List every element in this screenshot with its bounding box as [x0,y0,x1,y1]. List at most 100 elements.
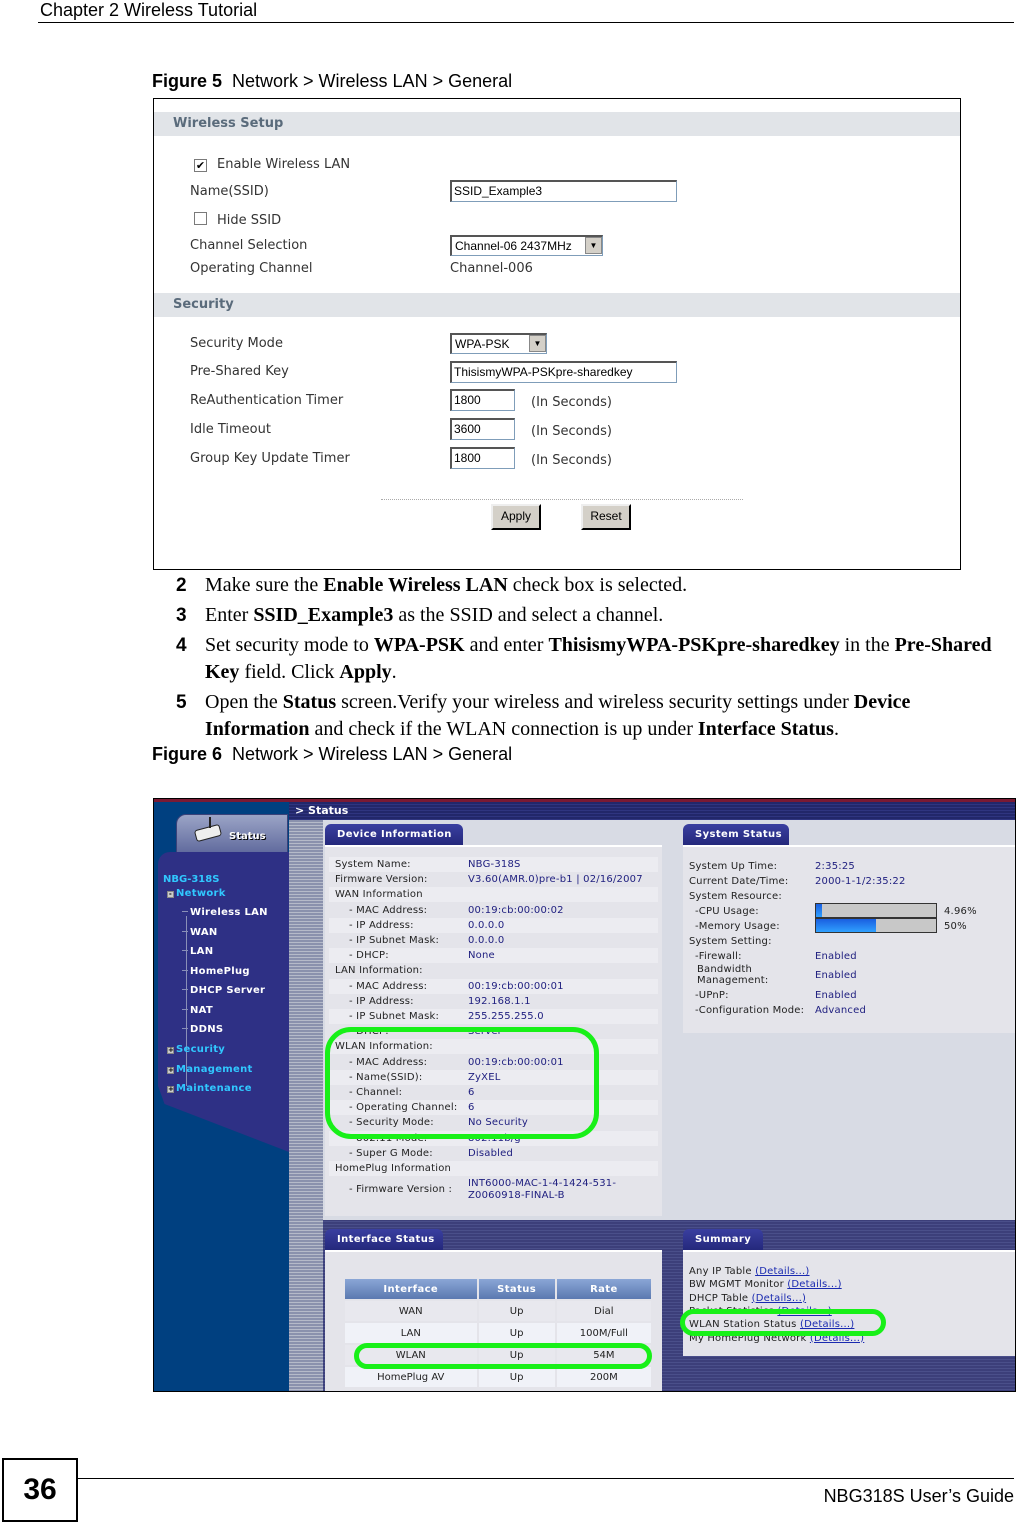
device-info-value: None [468,950,495,962]
figure5-title: Network > Wireless LAN > General [232,71,513,91]
reauth-timer-input[interactable]: 1800 [450,389,515,411]
summary-tab: Summary [683,1229,763,1251]
figure6-status-screen: Status NBG-318S - Network Wireless LAN WAN… [153,798,1016,1392]
expand-icon[interactable]: + [167,1086,174,1093]
details-link[interactable]: (Details...) [810,1333,864,1344]
device-info-label: LAN Information: [335,965,423,977]
security-mode-value: WPA-PSK [455,337,510,351]
apply-button[interactable]: Apply [491,504,541,530]
device-info-label: - IP Address: [349,919,414,931]
table-cell: LAN [345,1323,477,1343]
step-text: Make sure the [205,574,324,596]
details-link[interactable]: (Details...) [787,1279,841,1290]
memory-usage-bar [815,918,937,933]
reset-button[interactable]: Reset [581,504,631,530]
device-info-label: - 802.11 Mode: [349,1132,428,1144]
summary-item: DHCP Table (Details...) [689,1293,806,1304]
sidebar-item-wireless-lan[interactable]: Wireless LAN [182,907,268,918]
group-key-input[interactable]: 1800 [450,447,515,469]
figure6-label: Figure 6 [152,744,223,764]
up-time-label: System Up Time: [689,861,778,872]
idle-unit: (In Seconds) [531,424,612,439]
memory-usage-fill [816,919,876,932]
sidebar-item-lan[interactable]: LAN [182,946,213,957]
summary-item-label: Any IP Table [689,1266,752,1277]
table-cell: Dial [556,1301,651,1321]
psk-label: Pre-Shared Key [190,364,289,379]
nav-tree-line [186,916,187,1086]
security-header: Security [154,293,960,317]
summary-item: Any IP Table (Details...) [689,1266,810,1277]
system-status-tab: System Status [683,824,789,846]
table-cell: Up [478,1323,555,1343]
reauth-timer-label: ReAuthentication Timer [190,393,344,408]
sidebar-item-dhcp-server[interactable]: DHCP Server [182,985,265,996]
column-header: Interface [345,1279,477,1299]
channel-select[interactable]: Channel-06 2437MHz ▼ [450,235,603,256]
enable-wlan-checkbox[interactable]: ✔ [194,159,207,172]
step-text: field. Click [239,661,340,683]
column-header: Status [478,1279,555,1299]
device-info-label: HomePlug Information [335,1163,452,1174]
figure6-caption: Figure 6 Network > Wireless LAN > General [152,744,512,765]
psk-input[interactable]: ThisismyWPA-PSKpre-sharedkey [450,361,677,383]
table-row: WLAN Up 54M [345,1345,651,1365]
expand-icon[interactable]: + [167,1066,174,1074]
interface-header-row: Interface Status Rate [345,1279,651,1299]
chevron-down-icon[interactable]: ▼ [529,335,546,352]
channel-selection-label: Channel Selection [190,238,308,253]
group-key-unit: (In Seconds) [531,453,612,468]
step-text: check box is selected. [507,574,688,596]
tree-branch [182,911,188,912]
upnp-value: Enabled [815,990,857,1001]
datetime-label: Current Date/Time: [689,876,789,887]
step-text: . [391,661,397,683]
details-link[interactable]: (Details...) [777,1306,831,1317]
instruction-steps: 2 Make sure the Enable Wireless LAN check… [176,572,1016,746]
summary-item: BW MGMT Monitor (Details...) [689,1279,842,1290]
device-info-value: INT6000-MAC-1-4-1424-531- [468,1178,617,1190]
chevron-down-icon[interactable]: ▼ [585,237,602,254]
tree-branch [182,1008,188,1010]
cpu-usage-bar [815,903,937,918]
interface-table: Interface Status Rate WAN Up Dial LAN Up 100M/Fu… [343,1277,653,1389]
device-info-label: - IP Address: [349,995,414,1007]
idle-timeout-input[interactable]: 3600 [450,418,515,440]
details-link[interactable]: (Details...) [755,1266,809,1277]
expand-icon[interactable]: + [167,1047,174,1054]
cpu-usage-fill [816,904,822,917]
config-mode-label: -Configuration Mode: [695,1005,805,1016]
device-info-value: Server [468,1026,502,1038]
device-info-value: 00:19:cb:00:00:01 [468,980,564,992]
status-tab[interactable]: Status [176,814,288,858]
device-info-label: Firmware Version: [335,874,428,886]
security-mode-select[interactable]: WPA-PSK ▼ [450,333,547,354]
sidebar-item-ddns[interactable]: DDNS [182,1024,223,1035]
ssid-input[interactable]: SSID_Example3 [450,180,677,202]
sidebar-item-maintenance[interactable]: + Maintenance [167,1083,252,1094]
sidebar-item-homeplug[interactable]: HomePlug [182,966,250,977]
sidebar-item-label: NAT [190,1004,214,1016]
tree-branch [182,1028,188,1029]
group-key-label: Group Key Update Timer [190,451,350,466]
summary-item: Packet Statistics (Details...) [689,1306,832,1317]
details-link[interactable]: (Details...) [752,1293,806,1304]
system-status-panel: System Up Time: 2:35:25 Current Date/Tim… [683,845,1015,1033]
sidebar-item-nat[interactable]: NAT [182,1005,213,1016]
hide-ssid-checkbox[interactable] [194,212,207,225]
sidebar-item-security[interactable]: + Security [167,1044,225,1055]
device-info-value: Disabled [468,1147,514,1159]
bw-label-1: Bandwidth [697,964,753,975]
content-left-stripe [289,820,323,1391]
datetime-value: 2000-1-1/2:35:22 [815,876,906,887]
details-link[interactable]: (Details...) [800,1319,854,1330]
cpu-usage-value: 4.96% [944,906,977,917]
sidebar-item-management[interactable]: + Management [167,1064,253,1075]
sidebar-item-wan[interactable]: WAN [182,927,218,938]
router-icon [193,823,223,843]
nav-network[interactable]: - Network [167,888,226,899]
collapse-icon[interactable]: - [167,891,174,898]
step-text: in the [839,634,895,656]
step-emphasis: Status [282,691,337,713]
table-cell: WLAN [345,1345,477,1365]
